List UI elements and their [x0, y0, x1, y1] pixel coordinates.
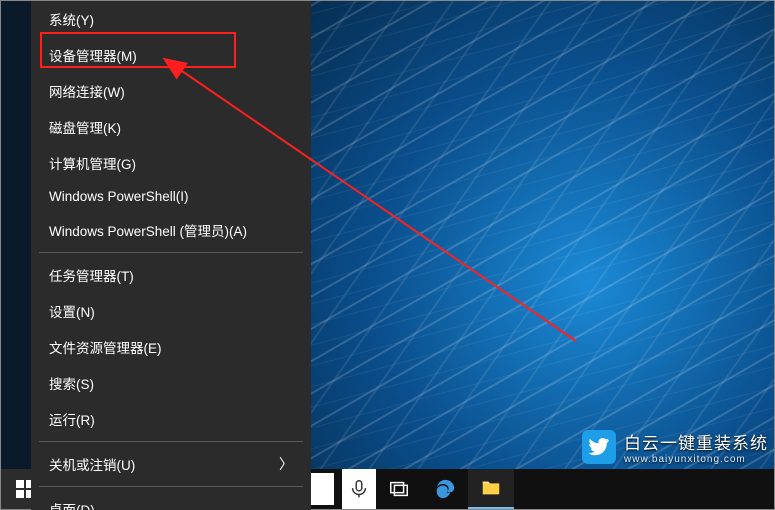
- menu-item-label: 磁盘管理(K): [49, 117, 121, 137]
- menu-item-label: 关机或注销(U): [49, 454, 135, 474]
- watermark: 白云一键重装系统 www.baiyunxitong.com: [582, 429, 768, 465]
- winx-context-menu: 系统(Y) 设备管理器(M) 网络连接(W) 磁盘管理(K) 计算机管理(G) …: [31, 1, 311, 510]
- menu-separator: [39, 441, 303, 442]
- desktop-wallpaper: [311, 1, 774, 469]
- menu-item-label: 任务管理器(T): [49, 265, 134, 285]
- chevron-right-icon: 〉: [279, 454, 293, 474]
- menu-item-desktop[interactable]: 桌面(D): [31, 491, 311, 510]
- menu-item-settings[interactable]: 设置(N): [31, 293, 311, 329]
- menu-item-label: 设备管理器(M): [49, 45, 137, 65]
- menu-item-network-connections[interactable]: 网络连接(W): [31, 73, 311, 109]
- file-explorer-button[interactable]: [468, 469, 514, 509]
- edge-button[interactable]: [422, 469, 468, 509]
- menu-item-run[interactable]: 运行(R): [31, 401, 311, 437]
- menu-item-search[interactable]: 搜索(S): [31, 365, 311, 401]
- taskbar-mic-button[interactable]: [342, 469, 376, 509]
- menu-separator: [39, 486, 303, 487]
- menu-item-powershell[interactable]: Windows PowerShell(I): [31, 181, 311, 212]
- menu-item-powershell-admin[interactable]: Windows PowerShell (管理员)(A): [31, 212, 311, 248]
- menu-item-file-explorer[interactable]: 文件资源管理器(E): [31, 329, 311, 365]
- watermark-url: www.baiyunxitong.com: [624, 454, 768, 465]
- menu-item-label: 设置(N): [49, 301, 95, 321]
- taskbar-pinned-apps: [342, 469, 514, 509]
- desktop-screen: 系统(Y) 设备管理器(M) 网络连接(W) 磁盘管理(K) 计算机管理(G) …: [0, 0, 775, 510]
- menu-item-system[interactable]: 系统(Y): [31, 1, 311, 37]
- menu-separator: [39, 252, 303, 253]
- menu-item-label: 桌面(D): [49, 499, 95, 510]
- menu-item-label: 计算机管理(G): [49, 153, 136, 173]
- menu-item-disk-management[interactable]: 磁盘管理(K): [31, 109, 311, 145]
- menu-item-device-manager[interactable]: 设备管理器(M): [31, 37, 311, 73]
- menu-item-task-manager[interactable]: 任务管理器(T): [31, 257, 311, 293]
- menu-item-computer-management[interactable]: 计算机管理(G): [31, 145, 311, 181]
- watermark-title: 白云一键重装系统: [624, 429, 768, 454]
- menu-item-label: 系统(Y): [49, 9, 94, 29]
- watermark-text: 白云一键重装系统 www.baiyunxitong.com: [624, 429, 768, 465]
- menu-item-label: 运行(R): [49, 409, 95, 429]
- menu-item-label: 搜索(S): [49, 373, 94, 393]
- menu-item-label: 网络连接(W): [49, 81, 125, 101]
- watermark-bird-icon: [582, 430, 616, 464]
- menu-item-label: Windows PowerShell (管理员)(A): [49, 220, 247, 240]
- menu-item-label: 文件资源管理器(E): [49, 337, 162, 357]
- menu-item-shutdown-signout[interactable]: 关机或注销(U) 〉: [31, 446, 311, 482]
- task-view-button[interactable]: [376, 469, 422, 509]
- menu-item-label: Windows PowerShell(I): [49, 189, 189, 204]
